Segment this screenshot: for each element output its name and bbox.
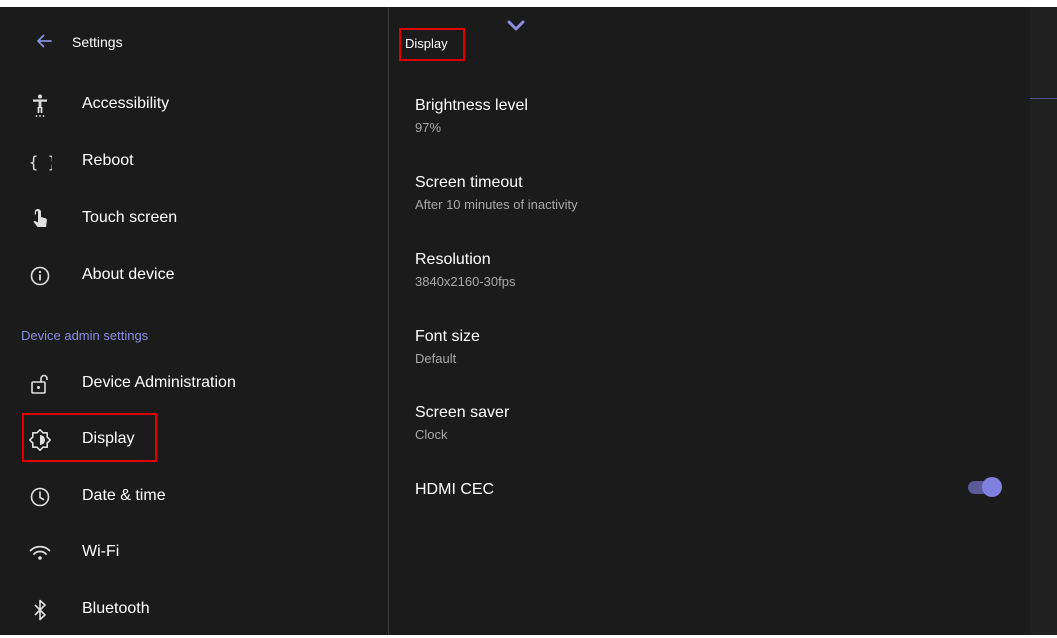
- setting-value: Clock: [415, 427, 448, 442]
- settings-screen: Settings Accessibility { } Reboot: [0, 7, 1057, 635]
- side-panel-edge: [1030, 7, 1057, 635]
- sidebar-item-date-time[interactable]: Date & time: [0, 469, 388, 525]
- lock-open-icon: [28, 372, 52, 396]
- side-panel-divider: [1030, 98, 1057, 99]
- setting-value: After 10 minutes of inactivity: [415, 197, 578, 212]
- sidebar-item-label: Wi-Fi: [82, 543, 120, 560]
- wifi-icon: [28, 541, 52, 565]
- sidebar-item-about-device[interactable]: About device: [0, 248, 388, 304]
- sidebar-item-accessibility[interactable]: Accessibility: [0, 77, 388, 133]
- setting-screen-timeout[interactable]: Screen timeout After 10 minutes of inact…: [389, 174, 1030, 236]
- chevron-down-icon[interactable]: [506, 19, 526, 33]
- sidebar-item-label: Device Administration: [82, 374, 236, 391]
- page-title: Display: [405, 36, 448, 51]
- setting-hdmi-cec[interactable]: HDMI CEC: [389, 481, 1030, 543]
- sidebar-header: Settings: [0, 7, 388, 77]
- accessibility-icon: [28, 93, 52, 117]
- bluetooth-icon: [28, 598, 52, 622]
- setting-title: HDMI CEC: [415, 481, 495, 498]
- setting-screen-saver[interactable]: Screen saver Clock: [389, 404, 1030, 466]
- setting-title: Screen timeout: [415, 174, 523, 191]
- sidebar-item-bluetooth[interactable]: Bluetooth: [0, 582, 388, 638]
- setting-title: Resolution: [415, 251, 491, 268]
- setting-value: Default: [415, 351, 457, 366]
- display-highlight-box: [22, 413, 157, 462]
- sidebar-item-label: Accessibility: [82, 95, 170, 112]
- setting-font-size[interactable]: Font size Default: [389, 328, 1030, 390]
- section-header-device-admin: Device admin settings: [21, 328, 149, 343]
- sidebar-item-label: Touch screen: [82, 209, 178, 226]
- sidebar-item-device-administration[interactable]: Device Administration: [0, 356, 388, 412]
- setting-title: Font size: [415, 328, 480, 345]
- setting-brightness-level[interactable]: Brightness level 97%: [389, 97, 1030, 159]
- sidebar-item-reboot[interactable]: { } Reboot: [0, 134, 388, 190]
- sidebar-item-label: Date & time: [82, 487, 166, 504]
- hdmi-cec-toggle[interactable]: [966, 477, 1002, 497]
- sidebar-item-label: Bluetooth: [82, 600, 150, 617]
- sidebar-item-label: Reboot: [82, 152, 134, 169]
- svg-text:{ }: { }: [29, 153, 52, 172]
- info-icon: [28, 264, 52, 288]
- sidebar-item-label: About device: [82, 266, 175, 283]
- sidebar-title: Settings: [72, 34, 123, 50]
- setting-resolution[interactable]: Resolution 3840x2160-30fps: [389, 251, 1030, 313]
- touch-icon: [28, 207, 52, 231]
- setting-value: 97%: [415, 120, 442, 135]
- settings-sidebar: Settings Accessibility { } Reboot: [0, 7, 388, 635]
- setting-title: Screen saver: [415, 404, 510, 421]
- sidebar-item-touch-screen[interactable]: Touch screen: [0, 191, 388, 247]
- setting-value: 3840x2160-30fps: [415, 274, 516, 289]
- back-arrow-icon[interactable]: [34, 31, 54, 51]
- sidebar-item-wifi[interactable]: Wi-Fi: [0, 525, 388, 581]
- clock-icon: [28, 485, 52, 509]
- braces-icon: { }: [28, 150, 52, 174]
- toggle-thumb: [982, 477, 1002, 497]
- setting-title: Brightness level: [415, 97, 528, 114]
